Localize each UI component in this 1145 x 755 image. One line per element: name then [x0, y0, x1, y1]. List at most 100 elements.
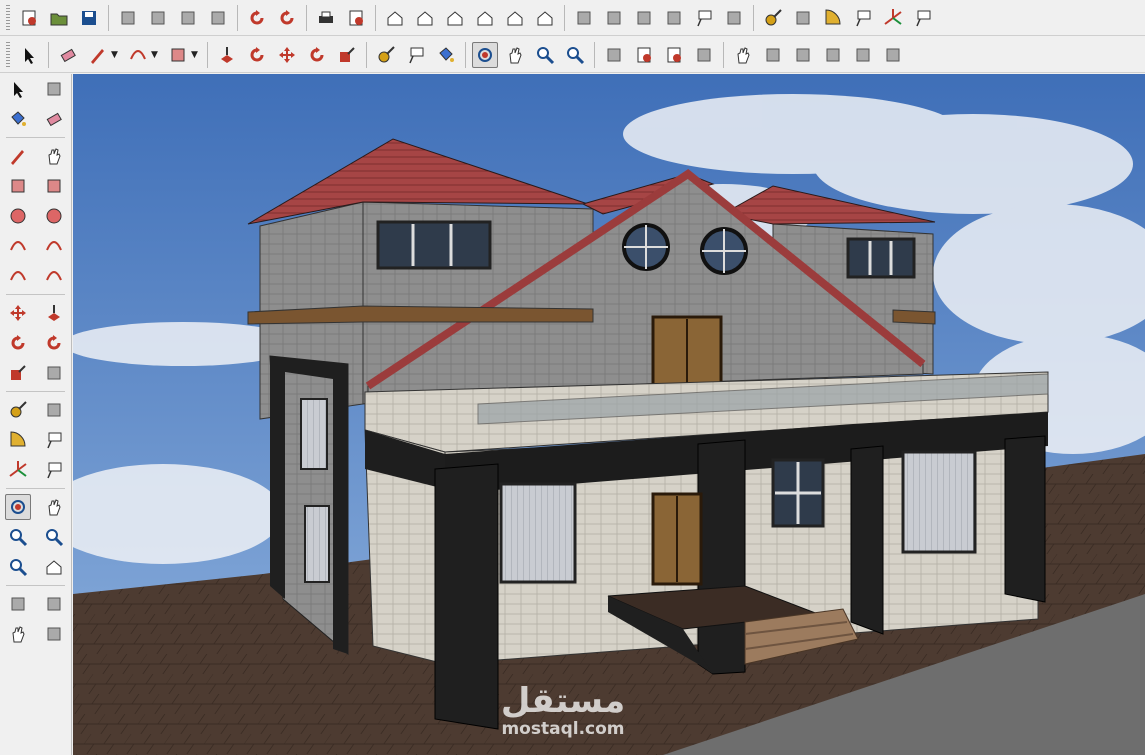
select-arrow-button[interactable]: [16, 42, 42, 68]
flip-edge-button[interactable]: [880, 42, 906, 68]
get-models-button[interactable]: [661, 42, 687, 68]
rotate-button[interactable]: [5, 330, 31, 356]
shaded-texture-button[interactable]: [691, 5, 717, 31]
open-folder-button[interactable]: [46, 5, 72, 31]
print-button[interactable]: [313, 5, 339, 31]
hidden-line-button[interactable]: [631, 5, 657, 31]
pencil-button[interactable]: [5, 143, 31, 169]
zoom-button[interactable]: [532, 42, 558, 68]
follow-me-button[interactable]: [244, 42, 270, 68]
copy-button[interactable]: [145, 5, 171, 31]
tape-measure-button[interactable]: [760, 5, 786, 31]
paint-bucket-button[interactable]: [433, 42, 459, 68]
protractor-button[interactable]: [820, 5, 846, 31]
tape-measure-button[interactable]: [5, 397, 31, 423]
toolbar-grip[interactable]: [6, 41, 10, 68]
orbit-button[interactable]: [4, 494, 31, 520]
2-point-arc-button[interactable]: [41, 233, 67, 259]
axes-button[interactable]: [880, 5, 906, 31]
position-camera-button[interactable]: [5, 591, 31, 617]
tape-measure-button[interactable]: [373, 42, 399, 68]
component-button[interactable]: [41, 76, 67, 102]
zoom-extents-button[interactable]: [5, 554, 31, 580]
text-button[interactable]: [850, 5, 876, 31]
left-view-button[interactable]: [532, 5, 558, 31]
monochrome-button[interactable]: [721, 5, 747, 31]
rotate-button[interactable]: [304, 42, 330, 68]
components-button[interactable]: [631, 42, 657, 68]
dimension-button[interactable]: [41, 397, 67, 423]
push-pull-button[interactable]: [41, 300, 67, 326]
pencil-button[interactable]: [85, 42, 111, 68]
text-button[interactable]: [41, 427, 67, 453]
tool-row: [0, 231, 71, 261]
eraser-button[interactable]: [55, 42, 81, 68]
flip-edge-icon: [886, 48, 900, 61]
paste-button[interactable]: [175, 5, 201, 31]
cut-button[interactable]: [115, 5, 141, 31]
back-view-button[interactable]: [502, 5, 528, 31]
xray-button[interactable]: [571, 5, 597, 31]
look-around-button[interactable]: [41, 591, 67, 617]
rectangle-button[interactable]: [5, 173, 31, 199]
new-file-button[interactable]: [16, 5, 42, 31]
dimension-button[interactable]: [790, 5, 816, 31]
move-button[interactable]: [274, 42, 300, 68]
drape-button[interactable]: [850, 42, 876, 68]
erase-button[interactable]: [205, 5, 231, 31]
previous-view-button[interactable]: [41, 554, 67, 580]
save-button[interactable]: [76, 5, 102, 31]
rotated-rectangle-button[interactable]: [41, 173, 67, 199]
offset-button[interactable]: [41, 360, 67, 386]
share-model-button[interactable]: [691, 42, 717, 68]
shaded-button[interactable]: [661, 5, 687, 31]
protractor-button[interactable]: [5, 427, 31, 453]
sandbox-button[interactable]: [820, 42, 846, 68]
arc-button[interactable]: [125, 42, 151, 68]
eraser-button[interactable]: [41, 106, 67, 132]
wireframe-button[interactable]: [601, 5, 627, 31]
pan-hand-button[interactable]: [41, 494, 67, 520]
3d-text-button[interactable]: [910, 5, 936, 31]
front-view-button[interactable]: [442, 5, 468, 31]
right-view-button[interactable]: [472, 5, 498, 31]
dropdown-arrow-icon[interactable]: ▼: [111, 50, 121, 60]
select-arrow-button[interactable]: [5, 76, 31, 102]
rectangle-button[interactable]: [165, 42, 191, 68]
orbit-button[interactable]: [472, 41, 498, 68]
scale-button[interactable]: [5, 360, 31, 386]
text-button[interactable]: [403, 42, 429, 68]
circle-button[interactable]: [5, 203, 31, 229]
top-view-button[interactable]: [412, 5, 438, 31]
walk-button[interactable]: [5, 621, 31, 647]
pie-button[interactable]: [41, 263, 67, 289]
look-around-button[interactable]: [760, 42, 786, 68]
scale-button[interactable]: [334, 42, 360, 68]
iso-view-button[interactable]: [382, 5, 408, 31]
push-pull-button[interactable]: [214, 42, 240, 68]
walk-button[interactable]: [730, 42, 756, 68]
3-point-arc-button[interactable]: [5, 263, 31, 289]
position-camera-button[interactable]: [790, 42, 816, 68]
3d-text-button[interactable]: [41, 457, 67, 483]
paint-bucket-button[interactable]: [5, 106, 31, 132]
follow-me-button[interactable]: [41, 330, 67, 356]
zoom-button[interactable]: [5, 524, 31, 550]
undo-button[interactable]: [244, 5, 270, 31]
arc-button[interactable]: [5, 233, 31, 259]
axes-button[interactable]: [5, 457, 31, 483]
move-button[interactable]: [5, 300, 31, 326]
redo-button[interactable]: [274, 5, 300, 31]
polygon-button[interactable]: [41, 203, 67, 229]
toolbar-grip[interactable]: [6, 4, 10, 31]
model-info-button[interactable]: [343, 5, 369, 31]
dropdown-arrow-icon[interactable]: ▼: [151, 50, 161, 60]
3d-viewport[interactable]: مستقل mostaql.com: [73, 74, 1145, 755]
zoom-window-button[interactable]: [41, 524, 67, 550]
dropdown-arrow-icon[interactable]: ▼: [191, 50, 201, 60]
section-plane-button[interactable]: [41, 621, 67, 647]
section-plane-button[interactable]: [601, 42, 627, 68]
pan-hand-button[interactable]: [502, 42, 528, 68]
freehand-button[interactable]: [41, 143, 67, 169]
zoom-extents-button[interactable]: [562, 42, 588, 68]
